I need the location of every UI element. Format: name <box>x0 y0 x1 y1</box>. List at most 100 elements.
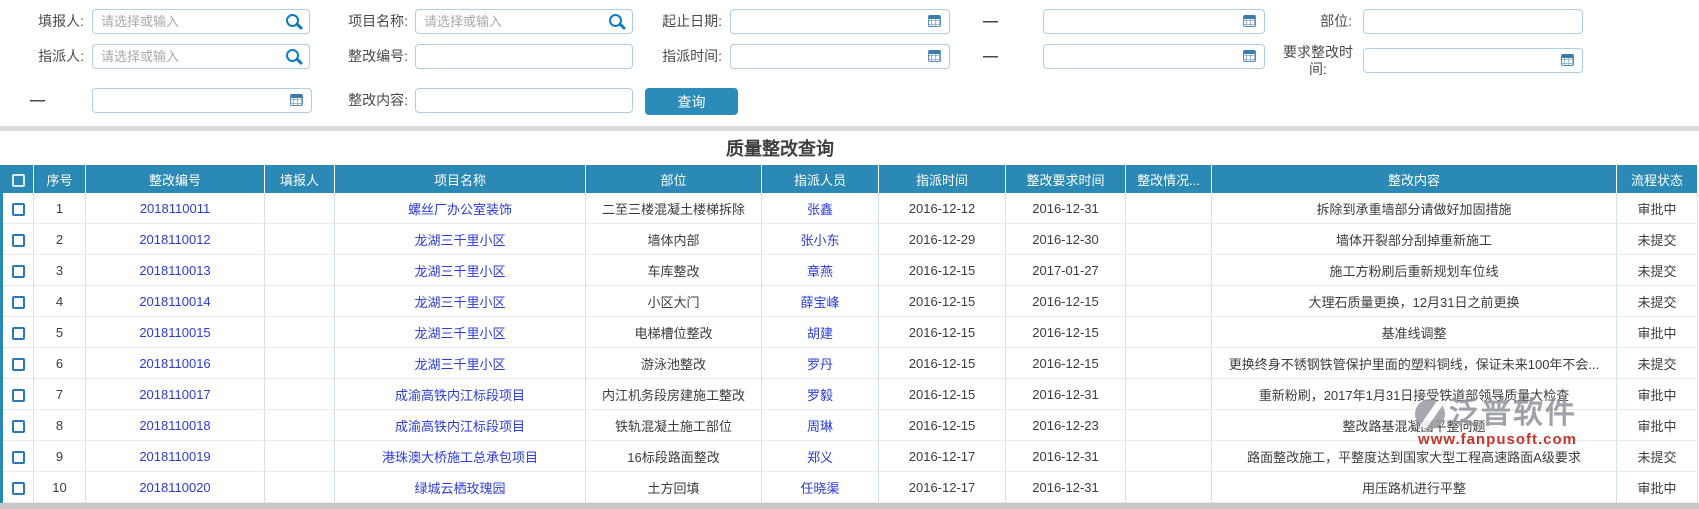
cell-location: 16标段路面整改 <box>586 441 762 472</box>
cell-situation <box>1126 224 1212 255</box>
link-code[interactable]: 2018110020 <box>139 480 210 495</box>
cell-required_time: 2017-01-27 <box>1006 255 1126 286</box>
row-checkbox[interactable] <box>12 234 25 247</box>
reporter-input[interactable] <box>93 10 309 33</box>
link-code[interactable]: 2018110018 <box>139 418 210 433</box>
link-code[interactable]: 2018110016 <box>139 356 210 371</box>
project-name-input[interactable] <box>416 10 632 33</box>
link-assignee[interactable]: 薛宝峰 <box>800 295 839 310</box>
row-checkbox[interactable] <box>12 482 25 495</box>
row-checkbox[interactable] <box>12 265 25 278</box>
row-checkbox[interactable] <box>12 296 25 309</box>
col-assignee: 指派人员 <box>762 165 879 193</box>
row-checkbox[interactable] <box>12 420 25 433</box>
row-checkbox[interactable] <box>12 327 25 340</box>
cell-content: 墙体开裂部分刮掉重新施工 <box>1212 224 1617 255</box>
link-project[interactable]: 龙湖三千里小区 <box>414 233 505 248</box>
cell-reporter <box>265 441 335 472</box>
cell-location: 二至三楼混凝土楼梯拆除 <box>586 193 762 224</box>
calendar-icon[interactable] <box>1243 50 1256 62</box>
rect-no-input[interactable] <box>416 45 632 68</box>
row-checkbox-cell <box>2 441 34 472</box>
assigner-input[interactable] <box>93 45 309 68</box>
cell-seq: 5 <box>34 317 86 348</box>
cell-seq: 8 <box>34 410 86 441</box>
link-project[interactable]: 成渝高铁内江标段项目 <box>395 388 525 403</box>
row-checkbox[interactable] <box>12 451 25 464</box>
link-assignee[interactable]: 罗毅 <box>807 388 833 403</box>
cell-project: 港珠澳大桥施工总承包项目 <box>335 441 586 472</box>
calendar-icon[interactable] <box>1561 54 1574 66</box>
link-project[interactable]: 龙湖三千里小区 <box>414 326 505 341</box>
link-assignee[interactable]: 胡建 <box>807 326 833 341</box>
cell-project: 绿城云栖玫瑰园 <box>335 472 586 503</box>
link-code[interactable]: 2018110013 <box>139 263 210 278</box>
assigner-label: 指派人: <box>24 44 84 69</box>
date-range-end-input[interactable] <box>1044 10 1264 33</box>
link-assignee[interactable]: 郑义 <box>807 450 833 465</box>
assign-time-label: 指派时间: <box>645 44 722 69</box>
section-divider <box>0 126 1699 131</box>
link-code[interactable]: 2018110011 <box>140 201 210 216</box>
link-assignee[interactable]: 章燕 <box>807 264 833 279</box>
query-button[interactable]: 查询 <box>645 88 738 115</box>
cell-status: 审批中 <box>1617 193 1698 224</box>
link-code[interactable]: 2018110014 <box>139 294 210 309</box>
calendar-icon[interactable] <box>928 50 941 62</box>
required-time-input[interactable] <box>1364 49 1582 72</box>
link-assignee[interactable]: 罗丹 <box>807 357 833 372</box>
cell-situation <box>1126 255 1212 286</box>
link-project[interactable]: 龙湖三千里小区 <box>414 295 505 310</box>
search-icon[interactable] <box>286 14 299 27</box>
table-row: 72018110017成渝高铁内江标段项目内江机务段房建施工整改罗毅2016-1… <box>2 379 1698 410</box>
row-checkbox[interactable] <box>12 358 25 371</box>
col-assign-time: 指派时间 <box>879 165 1006 193</box>
link-project[interactable]: 绿城云栖玫瑰园 <box>414 481 505 496</box>
content-input[interactable] <box>416 89 632 112</box>
cell-location: 小区大门 <box>586 286 762 317</box>
cell-reporter <box>265 193 335 224</box>
link-code[interactable]: 2018110019 <box>139 449 210 464</box>
link-project[interactable]: 龙湖三千里小区 <box>414 264 505 279</box>
col-rect-no: 整改编号 <box>86 165 265 193</box>
calendar-icon[interactable] <box>290 94 303 106</box>
link-assignee[interactable]: 任晓渠 <box>800 481 839 496</box>
link-code[interactable]: 2018110012 <box>139 232 210 247</box>
link-assignee[interactable]: 张鑫 <box>807 202 833 217</box>
table-header-row: 序号 整改编号 填报人 项目名称 部位 指派人员 指派时间 整改要求时间 整改情… <box>2 165 1698 193</box>
link-code[interactable]: 2018110017 <box>139 387 210 402</box>
link-assignee[interactable]: 张小东 <box>800 233 839 248</box>
table-row: 12018110011螺丝厂办公室装饰二至三楼混凝土楼梯拆除张鑫2016-12-… <box>2 193 1698 224</box>
date-extra-input-wrap <box>92 88 312 113</box>
bottom-scrollbar-track[interactable] <box>0 503 1699 509</box>
link-project[interactable]: 成渝高铁内江标段项目 <box>395 419 525 434</box>
calendar-icon[interactable] <box>928 15 941 27</box>
assign-time-end-input[interactable] <box>1044 45 1264 68</box>
calendar-icon[interactable] <box>1243 15 1256 27</box>
search-icon[interactable] <box>609 14 622 27</box>
table-row: 42018110014龙湖三千里小区小区大门薛宝峰2016-12-152016-… <box>2 286 1698 317</box>
search-icon[interactable] <box>286 49 299 62</box>
link-assignee[interactable]: 周琳 <box>807 419 833 434</box>
row-checkbox[interactable] <box>12 389 25 402</box>
select-all-checkbox[interactable] <box>12 174 25 187</box>
location-input[interactable] <box>1364 10 1582 33</box>
cell-project: 龙湖三千里小区 <box>335 348 586 379</box>
cell-status: 审批中 <box>1617 379 1698 410</box>
row-checkbox[interactable] <box>12 203 25 216</box>
row-checkbox-cell <box>2 410 34 441</box>
link-project[interactable]: 螺丝厂办公室装饰 <box>408 202 512 217</box>
cell-content: 重新粉刷，2017年1月31日接受铁道部领导质量大检查 <box>1212 379 1617 410</box>
col-project: 项目名称 <box>335 165 586 193</box>
date-range-start-input[interactable] <box>731 10 949 33</box>
row-checkbox-cell <box>2 224 34 255</box>
link-project[interactable]: 龙湖三千里小区 <box>414 357 505 372</box>
cell-situation <box>1126 348 1212 379</box>
link-project[interactable]: 港珠澳大桥施工总承包项目 <box>382 450 538 465</box>
date-extra-input[interactable] <box>93 89 311 112</box>
cell-assign_time: 2016-12-15 <box>879 348 1006 379</box>
cell-situation <box>1126 410 1212 441</box>
link-code[interactable]: 2018110015 <box>139 325 210 340</box>
table-row: 52018110015龙湖三千里小区电梯槽位整改胡建2016-12-152016… <box>2 317 1698 348</box>
assign-time-start-input[interactable] <box>731 45 949 68</box>
